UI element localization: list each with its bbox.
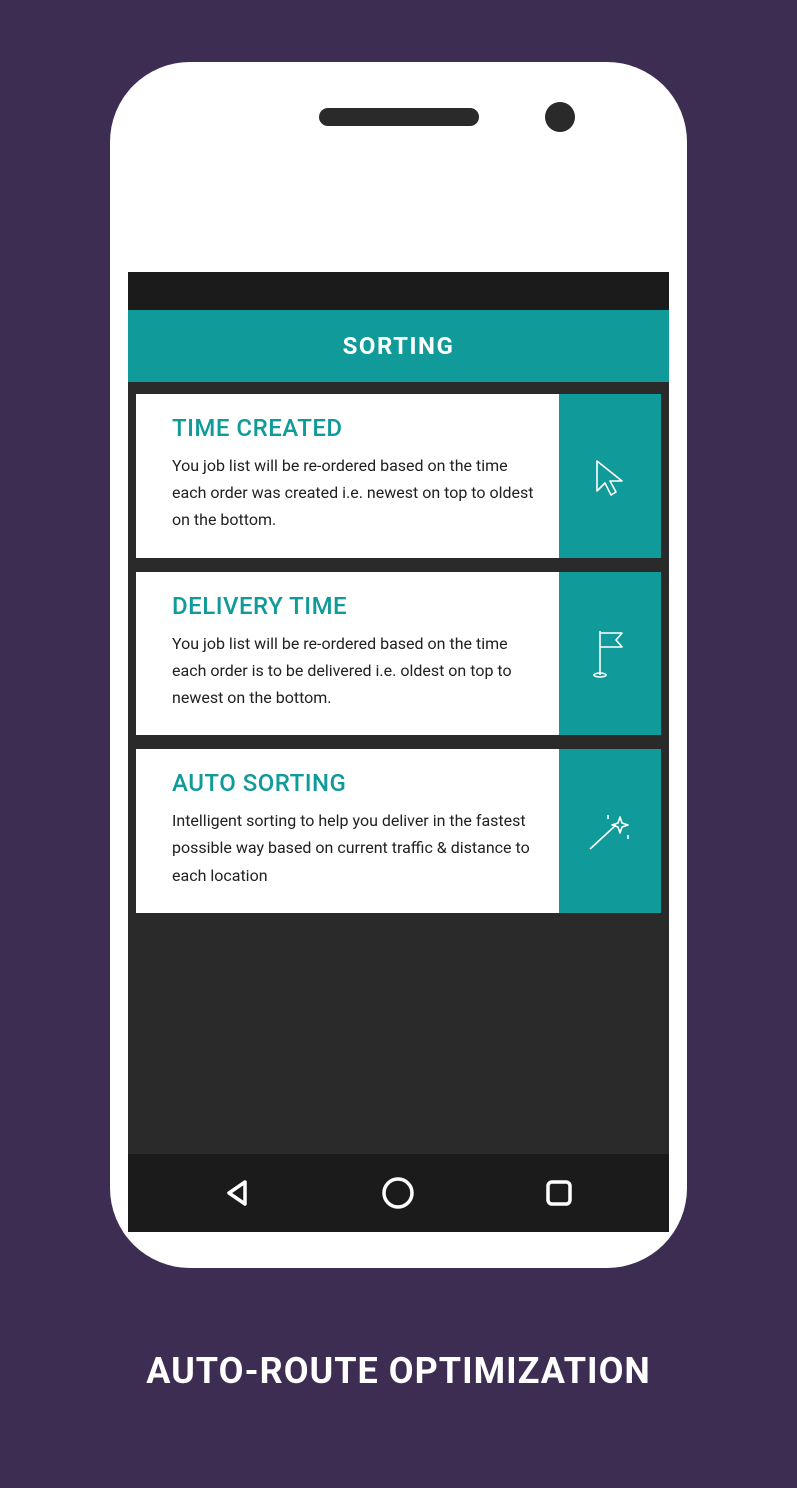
card-body: DELIVERY TIME You job list will be re-or… — [136, 572, 559, 736]
option-title: DELIVERY TIME — [172, 592, 535, 620]
android-nav-bar — [128, 1154, 669, 1232]
phone-frame: SORTING TIME CREATED You job list will b… — [110, 62, 687, 1268]
card-body: AUTO SORTING Intelligent sorting to help… — [136, 749, 559, 913]
option-title: AUTO SORTING — [172, 769, 535, 797]
option-time-created[interactable]: TIME CREATED You job list will be re-ord… — [136, 394, 661, 558]
flag-icon — [559, 572, 661, 736]
card-body: TIME CREATED You job list will be re-ord… — [136, 394, 559, 558]
option-title: TIME CREATED — [172, 414, 535, 442]
options-list: TIME CREATED You job list will be re-ord… — [128, 382, 669, 913]
option-auto-sorting[interactable]: AUTO SORTING Intelligent sorting to help… — [136, 749, 661, 913]
page-title: SORTING — [343, 332, 455, 360]
app-header: SORTING — [128, 310, 669, 382]
phone-screen: SORTING TIME CREATED You job list will b… — [128, 272, 669, 1232]
marketing-caption: AUTO-ROUTE OPTIMIZATION — [0, 1350, 797, 1392]
wand-icon — [559, 749, 661, 913]
nav-back-button[interactable] — [214, 1169, 262, 1217]
phone-speaker — [319, 108, 479, 126]
status-bar — [128, 272, 669, 310]
option-description: You job list will be re-ordered based on… — [172, 630, 535, 712]
option-delivery-time[interactable]: DELIVERY TIME You job list will be re-or… — [136, 572, 661, 736]
phone-camera — [545, 102, 575, 132]
nav-recent-button[interactable] — [535, 1169, 583, 1217]
cursor-icon — [559, 394, 661, 558]
option-description: You job list will be re-ordered based on… — [172, 452, 535, 534]
option-description: Intelligent sorting to help you deliver … — [172, 807, 535, 889]
nav-home-button[interactable] — [374, 1169, 422, 1217]
